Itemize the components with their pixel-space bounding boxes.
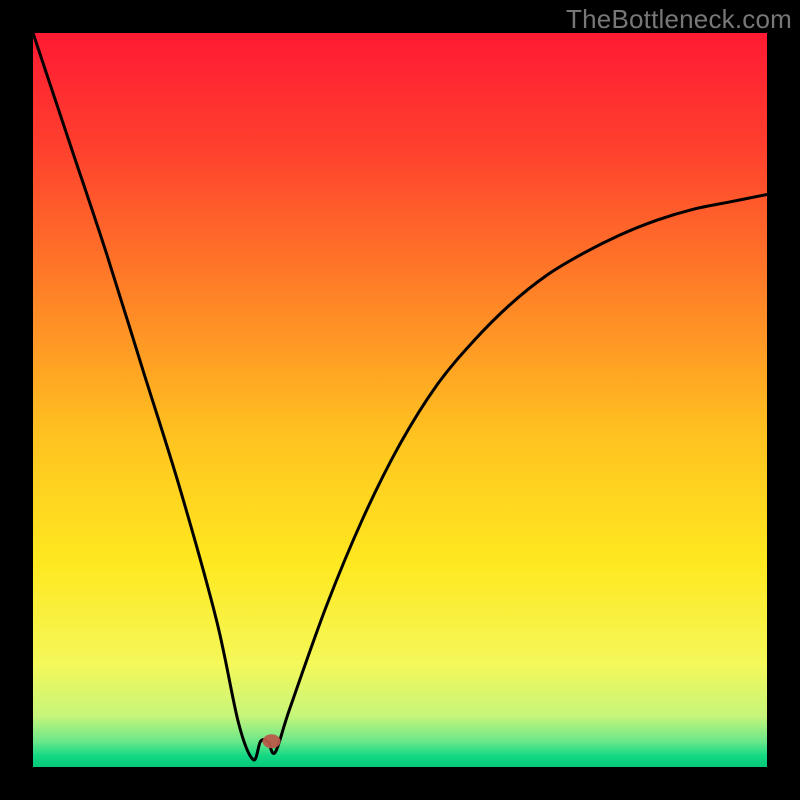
bottleneck-chart: [0, 0, 800, 800]
attribution-text: TheBottleneck.com: [566, 4, 792, 35]
minimum-marker: [263, 734, 281, 748]
plot-background: [33, 33, 767, 767]
chart-frame: TheBottleneck.com: [0, 0, 800, 800]
